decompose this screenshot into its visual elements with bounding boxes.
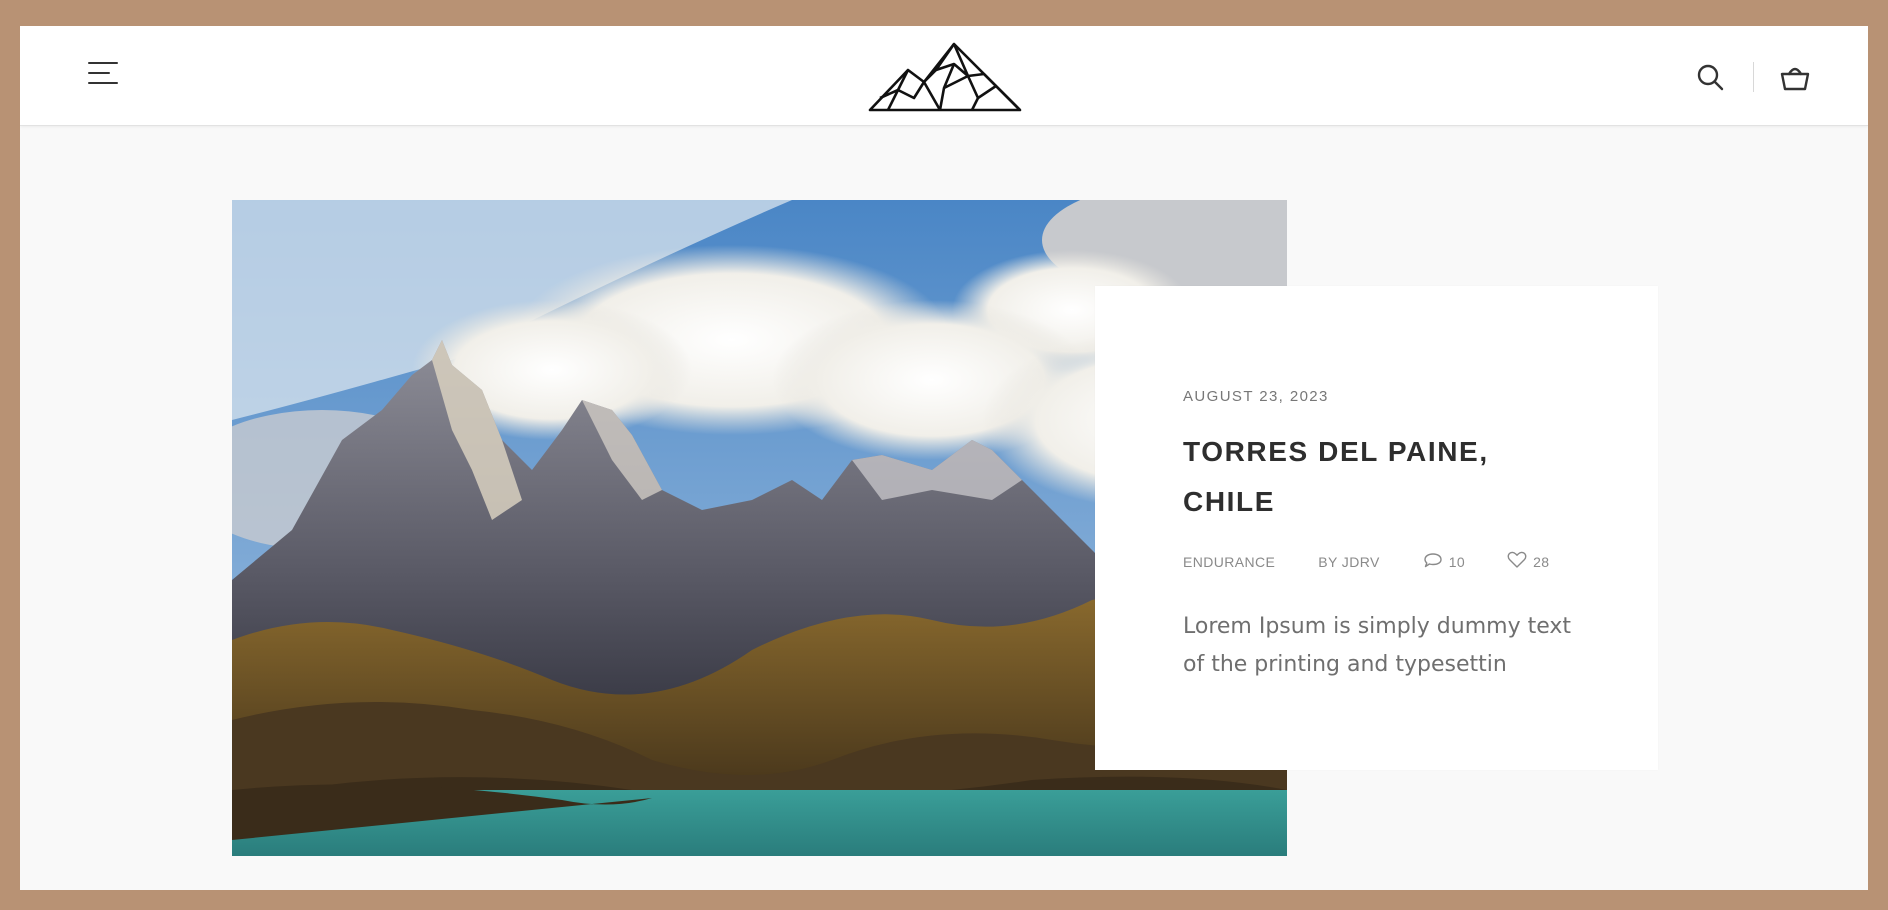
post-comments[interactable]: 10 bbox=[1423, 552, 1465, 571]
post-title[interactable]: TORRES DEL PAINE, CHILE bbox=[1183, 427, 1603, 527]
post-category[interactable]: ENDURANCE bbox=[1183, 554, 1275, 570]
hamburger-menu-icon[interactable] bbox=[88, 62, 118, 86]
post-category-label[interactable]: ENDURANCE bbox=[1183, 554, 1275, 570]
shopping-basket-icon[interactable] bbox=[1780, 62, 1810, 92]
header-divider bbox=[1753, 62, 1754, 92]
heart-icon bbox=[1507, 551, 1533, 572]
search-icon[interactable] bbox=[1695, 62, 1725, 92]
post-author-label[interactable]: BY JDRV bbox=[1318, 554, 1379, 570]
post-likes[interactable]: 28 bbox=[1507, 551, 1549, 572]
post-meta: ENDURANCE BY JDRV 10 28 bbox=[1183, 551, 1603, 572]
post-title-line2[interactable]: CHILE bbox=[1183, 486, 1275, 517]
comment-count[interactable]: 10 bbox=[1449, 554, 1465, 570]
comment-icon bbox=[1423, 552, 1449, 571]
post-author[interactable]: BY JDRV bbox=[1318, 554, 1379, 570]
browser-viewport: AUGUST 23, 2023 TORRES DEL PAINE, CHILE … bbox=[20, 26, 1868, 890]
post-excerpt: Lorem Ipsum is simply dummy text of the … bbox=[1183, 614, 1571, 677]
post-date: AUGUST 23, 2023 bbox=[1183, 388, 1329, 405]
like-count[interactable]: 28 bbox=[1533, 554, 1549, 570]
header-actions bbox=[1695, 62, 1810, 92]
site-header bbox=[20, 26, 1868, 126]
post-title-line1[interactable]: TORRES DEL PAINE, bbox=[1183, 436, 1489, 467]
mountain-logo-icon[interactable] bbox=[868, 40, 1022, 112]
post-card: AUGUST 23, 2023 TORRES DEL PAINE, CHILE … bbox=[1095, 286, 1658, 770]
